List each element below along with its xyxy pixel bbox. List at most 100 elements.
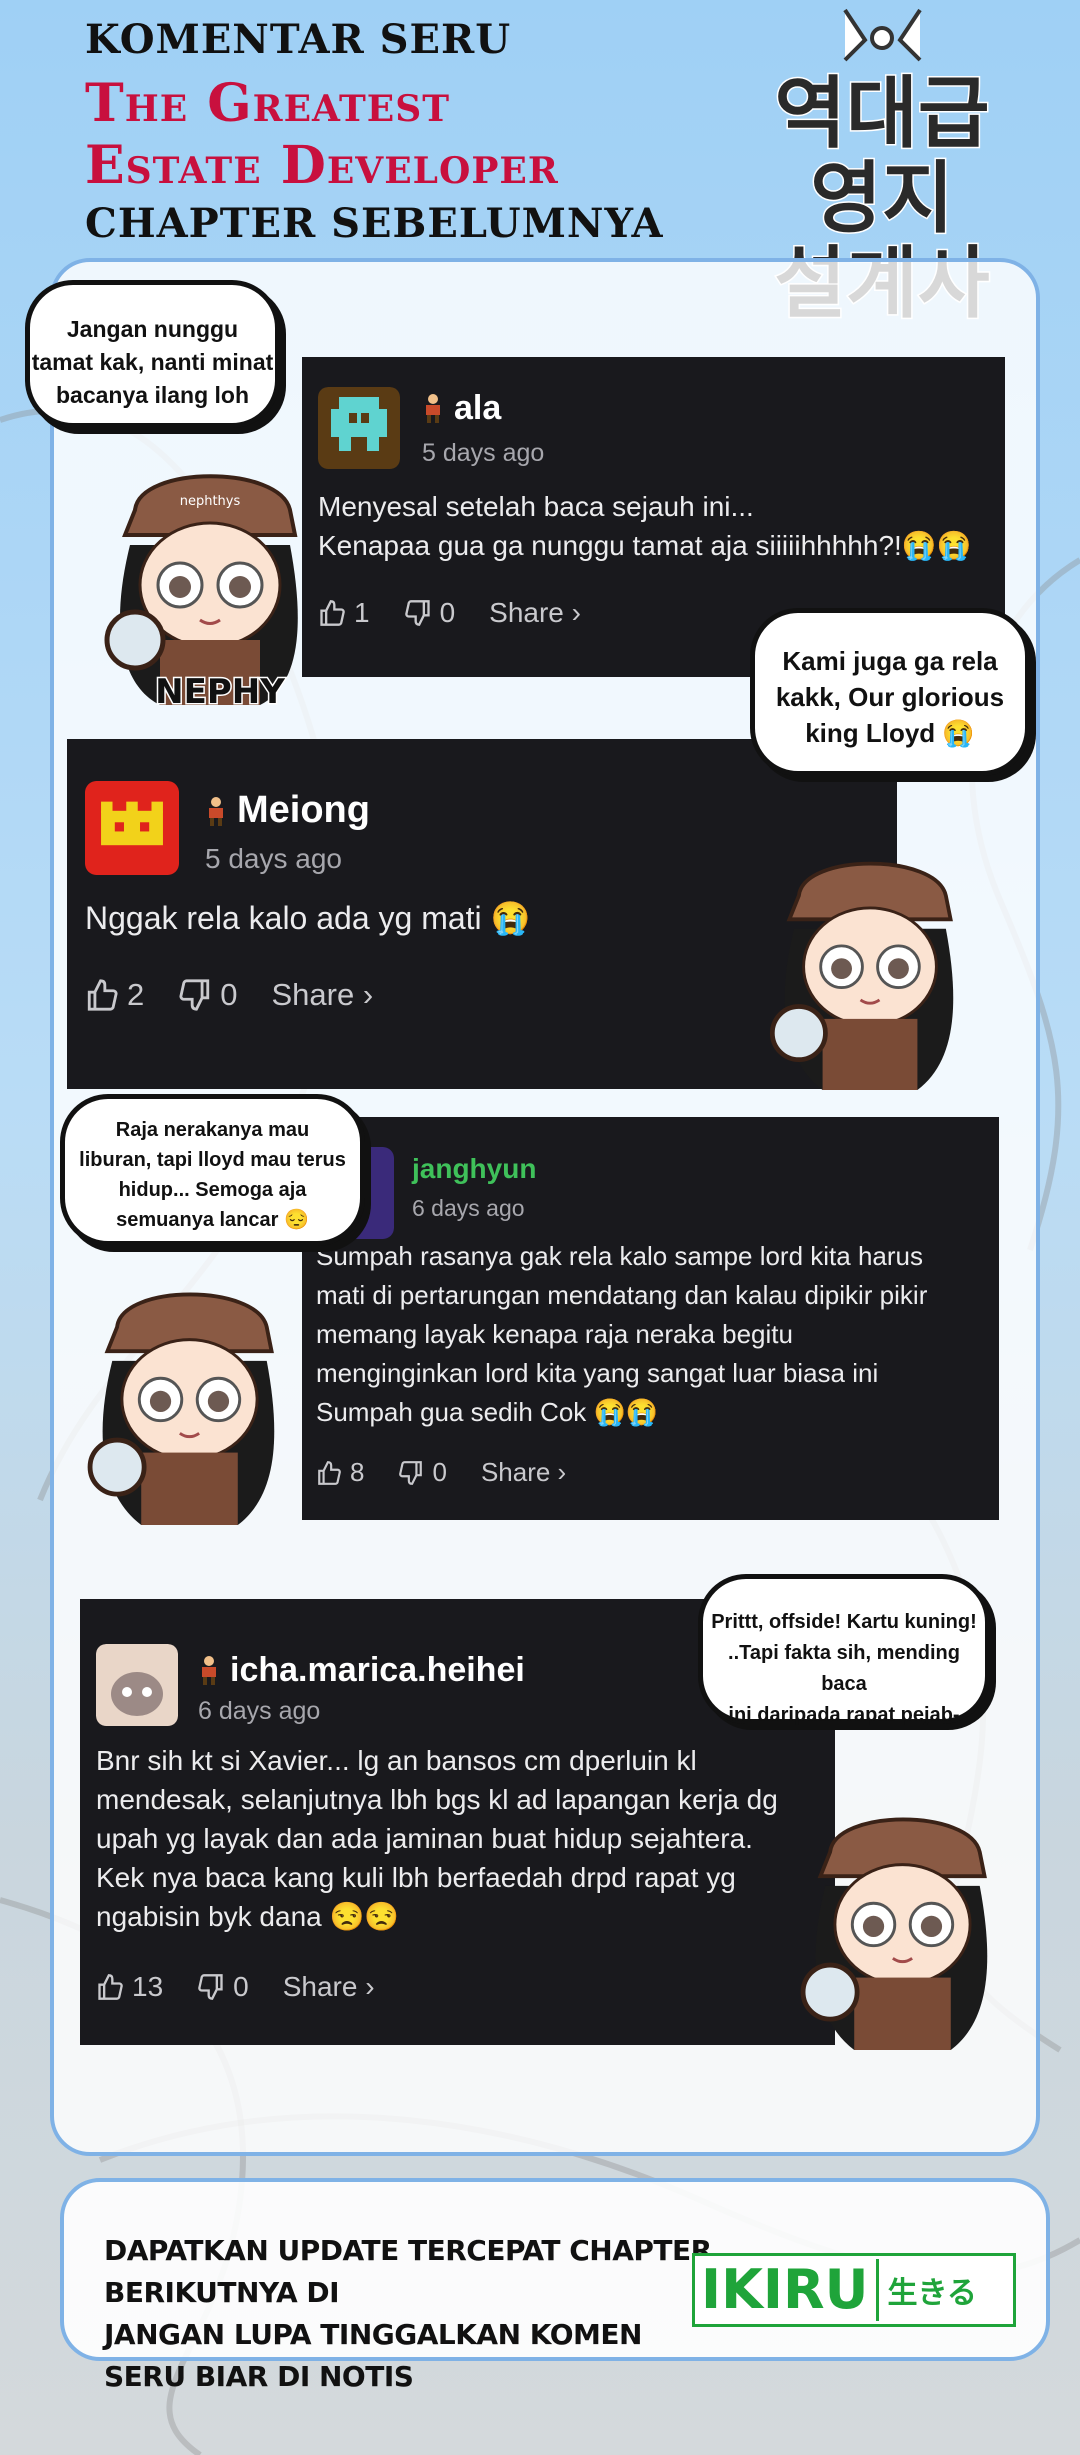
- dislike-count: 0: [439, 597, 456, 628]
- comment-text-line: Nggak rela kalo ada yg mati 😭: [85, 900, 531, 936]
- hat-text: nephthys: [180, 494, 241, 509]
- bubble-line: semuanya lancar 😔: [116, 1209, 309, 1231]
- logo-text-1: 역대급: [774, 68, 989, 159]
- comment-text-line: Kek nya baca kang kuli lbh berfaedah drp…: [96, 1862, 736, 1893]
- comment-text-line: memang layak kenapa raja neraka begitu: [316, 1319, 793, 1349]
- username-text: Meiong: [237, 789, 370, 831]
- bubble-line: Kami juga ga rela: [782, 646, 998, 676]
- user-badge-icon: [209, 797, 223, 826]
- comment-text-line: mati di pertarungan mendatang dan kalau …: [316, 1280, 928, 1310]
- comment-actions: 1 0 Share ›: [318, 597, 615, 629]
- footer-line: DAPATKAN UPDATE TERCEPAT CHAPTER BERIKUT…: [104, 2234, 712, 2309]
- like-button[interactable]: 13: [96, 1971, 163, 2003]
- username[interactable]: icha.marica.heihei: [198, 1651, 525, 1690]
- bubble-line: ini daripada rapat pejab-: [728, 1704, 960, 1726]
- user-avatar[interactable]: [85, 781, 179, 875]
- thumbs-up-icon: [318, 1460, 341, 1485]
- bubble-line: Prittt, offside! Kartu kuning!: [711, 1611, 977, 1633]
- bubble-line: Raja nerakanya mau: [115, 1119, 310, 1141]
- thumbs-up-icon: [98, 1974, 123, 2000]
- thumbs-down-icon: [404, 600, 430, 626]
- mascot-character: [800, 1817, 988, 2050]
- header-title-line1: KOMENTAR SERU: [85, 16, 512, 63]
- dislike-button[interactable]: 0: [404, 597, 456, 629]
- comment-time: 6 days ago: [412, 1195, 525, 1221]
- comment-text: Menyesal setelah baca sejauh ini... Kena…: [318, 487, 998, 565]
- footer-text: DAPATKAN UPDATE TERCEPAT CHAPTER BERIKUT…: [104, 2230, 724, 2398]
- dislike-count: 0: [233, 1971, 249, 2002]
- mascot-character: [87, 1292, 275, 1525]
- bubble-line: hidup... Semoga aja: [118, 1179, 307, 1201]
- dislike-button[interactable]: 0: [178, 977, 238, 1013]
- comment-text-line: mendesak, selanjutnya lbh bgs kl ad lapa…: [96, 1784, 778, 1815]
- comment-text: Nggak rela kalo ada yg mati 😭: [85, 899, 785, 938]
- dislike-button[interactable]: 0: [197, 1971, 249, 2003]
- share-button[interactable]: Share ›: [481, 1457, 566, 1488]
- dislike-count: 0: [220, 977, 238, 1012]
- brand-name: IKIRU: [695, 2259, 880, 2321]
- speech-bubble: Jangan nunggu tamat kak, nanti minat bac…: [25, 280, 280, 428]
- dislike-count: 0: [432, 1457, 447, 1487]
- comment-text-line: Sumpah gua sedih Cok 😭😭: [316, 1397, 659, 1427]
- mascot-character: [769, 861, 954, 1090]
- share-button[interactable]: Share ›: [272, 977, 374, 1013]
- brand-name-jp: 生きる: [887, 2276, 977, 2311]
- bubble-line: king Lloyd 😭: [805, 718, 975, 748]
- series-title-line2: Estate Developer: [85, 135, 559, 196]
- ikiru-brand-logo[interactable]: IKIRU 生きる: [692, 2253, 1016, 2327]
- like-count: 1: [354, 597, 370, 628]
- comment-time: 5 days ago: [205, 843, 342, 874]
- thumbs-down-icon: [198, 1974, 223, 2000]
- thumbs-up-icon: [87, 979, 118, 1011]
- footer-line: JANGAN LUPA TINGGALKAN KOMEN SERU BIAR D…: [104, 2318, 642, 2393]
- thumbs-down-icon: [179, 979, 210, 1011]
- like-count: 8: [350, 1457, 365, 1487]
- like-button[interactable]: 8: [316, 1457, 364, 1488]
- bubble-line: tamat kak, nanti minat: [31, 349, 274, 375]
- username-text: icha.marica.heihei: [230, 1651, 525, 1689]
- comment-text: Sumpah rasanya gak rela kalo sampe lord …: [316, 1237, 996, 1432]
- comment-text: Bnr sih kt si Xavier... lg an bansos cm …: [96, 1741, 826, 1936]
- thumbs-up-icon: [320, 600, 345, 626]
- bubble-line: bacanya ilang loh: [56, 382, 249, 408]
- nephy-label: NEPHY: [155, 672, 285, 712]
- comment-time: 5 days ago: [422, 439, 545, 467]
- comment-text-line: menginginkan lord kita yang sangat luar …: [316, 1358, 879, 1388]
- dislike-button[interactable]: 0: [398, 1457, 447, 1488]
- share-button[interactable]: Share ›: [283, 1971, 375, 2003]
- bubble-line: liburan, tapi lloyd mau terus: [79, 1149, 346, 1171]
- user-badge-icon: [202, 1656, 216, 1685]
- mascot-character: nephthys NEPHY: [104, 474, 298, 714]
- footer-banner: DAPATKAN UPDATE TERCEPAT CHAPTER BERIKUT…: [60, 2178, 1050, 2393]
- comment-time: 6 days ago: [198, 1697, 321, 1725]
- username-text: ala: [454, 389, 502, 427]
- comment-actions: 8 0 Share ›: [316, 1457, 600, 1488]
- comment-text-line: Kenapaa gua ga nunggu tamat aja siiiiihh…: [318, 530, 972, 561]
- like-button[interactable]: 2: [85, 977, 144, 1013]
- speech-bubble: Kami juga ga rela kakk, Our glorious kin…: [750, 608, 1030, 776]
- comment-card: janghyun 6 days ago Sumpah rasanya gak r…: [302, 1117, 999, 1520]
- like-button[interactable]: 1: [318, 597, 370, 629]
- user-avatar[interactable]: [96, 1644, 178, 1726]
- logo-text-2: 영지: [810, 153, 954, 244]
- speech-bubble: Raja nerakanya mau liburan, tapi lloyd m…: [60, 1094, 365, 1246]
- bubble-line: kakk, Our glorious: [775, 682, 1005, 712]
- comment-text-line: upah yg layak dan ada jaminan buat hidup…: [96, 1823, 753, 1854]
- comment-text-line: Sumpah rasanya gak rela kalo sampe lord …: [316, 1241, 923, 1271]
- comment-text-line: Menyesal setelah baca sejauh ini...: [318, 491, 754, 522]
- username[interactable]: ala: [422, 389, 501, 428]
- comment-text-line: Bnr sih kt si Xavier... lg an bansos cm …: [96, 1745, 697, 1776]
- bubble-line: Jangan nunggu: [66, 316, 239, 342]
- share-button[interactable]: Share ›: [489, 597, 581, 629]
- user-badge-icon: [426, 394, 440, 423]
- username-text: janghyun: [412, 1153, 537, 1184]
- username[interactable]: janghyun: [412, 1153, 536, 1185]
- thumbs-down-icon: [399, 1460, 423, 1485]
- series-title-line1: The Greatest: [85, 73, 450, 134]
- username[interactable]: Meiong: [205, 789, 370, 832]
- user-avatar[interactable]: [318, 387, 400, 469]
- comment-text-line: ngabisin byk dana 😒😒: [96, 1901, 400, 1932]
- header-title-line4: CHAPTER SEBELUMNYA: [85, 200, 664, 247]
- comment-actions: 13 0 Share ›: [96, 1971, 409, 2003]
- speech-bubble: Prittt, offside! Kartu kuning! ..Tapi fa…: [698, 1574, 990, 1726]
